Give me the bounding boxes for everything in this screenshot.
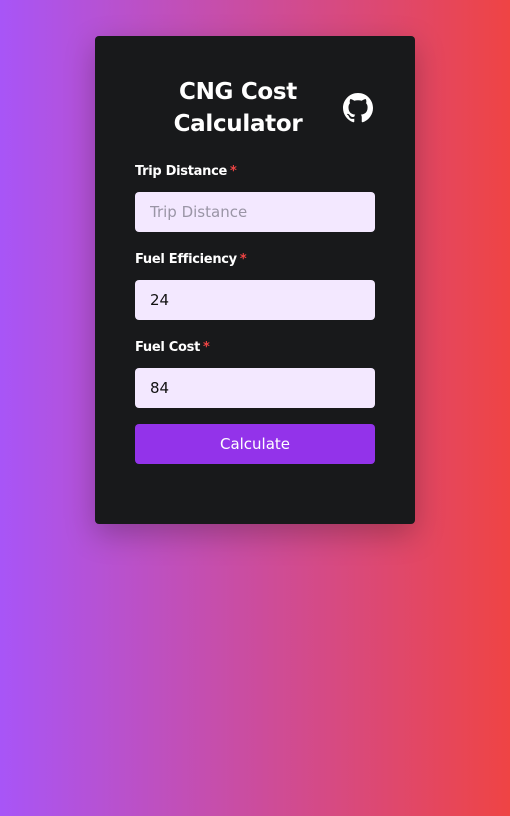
card-header: CNG Cost Calculator [135,76,375,142]
fuel-cost-input[interactable] [135,368,375,408]
trip-distance-label: Trip Distance * [135,164,237,180]
fuel-cost-label: Fuel Cost * [135,340,210,356]
fuel-efficiency-label: Fuel Efficiency * [135,252,247,268]
calculator-card: CNG Cost Calculator Trip Distance* Fuel … [95,36,415,524]
page-title: CNG Cost Calculator [173,79,303,137]
fuel-cost-label-text: Fuel Cost [135,340,201,355]
required-asterisk: * [203,340,210,355]
github-icon[interactable] [343,93,373,123]
trip-distance-label-text: Trip Distance [135,164,227,179]
fuel-efficiency-input[interactable] [135,280,375,320]
calculate-button[interactable]: Calculate [135,424,375,464]
fuel-efficiency-label-text: Fuel Efficiency [135,252,237,267]
required-asterisk: * [230,164,237,179]
trip-distance-input[interactable] [135,192,375,232]
required-asterisk: * [239,252,247,267]
